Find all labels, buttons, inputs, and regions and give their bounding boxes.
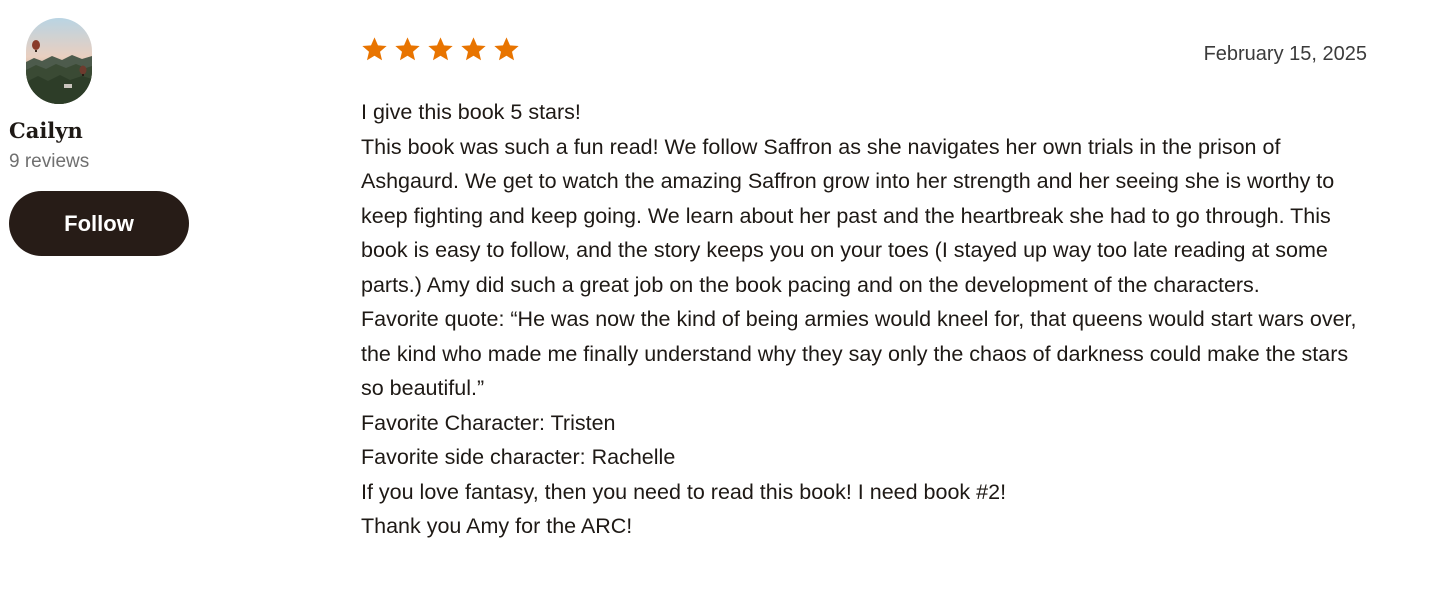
- review-paragraph: Thank you Amy for the ARC!: [361, 514, 633, 538]
- review-paragraph: Favorite side character: Rachelle: [361, 445, 676, 469]
- star-icon: [461, 37, 486, 61]
- reviewer-review-count[interactable]: 9 reviews: [9, 151, 209, 173]
- avatar[interactable]: [26, 18, 92, 104]
- reviewer-name[interactable]: Cailyn: [9, 118, 209, 144]
- review-paragraph: Favorite quote: “He was now the kind of …: [361, 307, 1357, 400]
- star-icon: [494, 37, 519, 61]
- star-icon: [395, 37, 420, 61]
- star-icon: [362, 37, 387, 61]
- star-rating: [361, 36, 520, 63]
- reviewer-panel: Cailyn 9 reviews Follow: [9, 18, 209, 256]
- review-body: I give this book 5 stars! This book was …: [361, 95, 1371, 544]
- review-card: February 15, 2025 I give this book 5 sta…: [361, 36, 1371, 544]
- review-date[interactable]: February 15, 2025: [1204, 43, 1367, 66]
- review-header: February 15, 2025: [361, 36, 1371, 72]
- review-paragraph: This book was such a fun read! We follow…: [361, 134, 1335, 297]
- review-paragraph: If you love fantasy, then you need to re…: [361, 479, 1007, 504]
- star-icon: [428, 37, 453, 61]
- review-paragraph: Favorite Character: Tristen: [361, 410, 616, 435]
- follow-button[interactable]: Follow: [9, 191, 189, 256]
- avatar-photo: [26, 18, 92, 104]
- review-paragraph: I give this book 5 stars!: [361, 100, 581, 124]
